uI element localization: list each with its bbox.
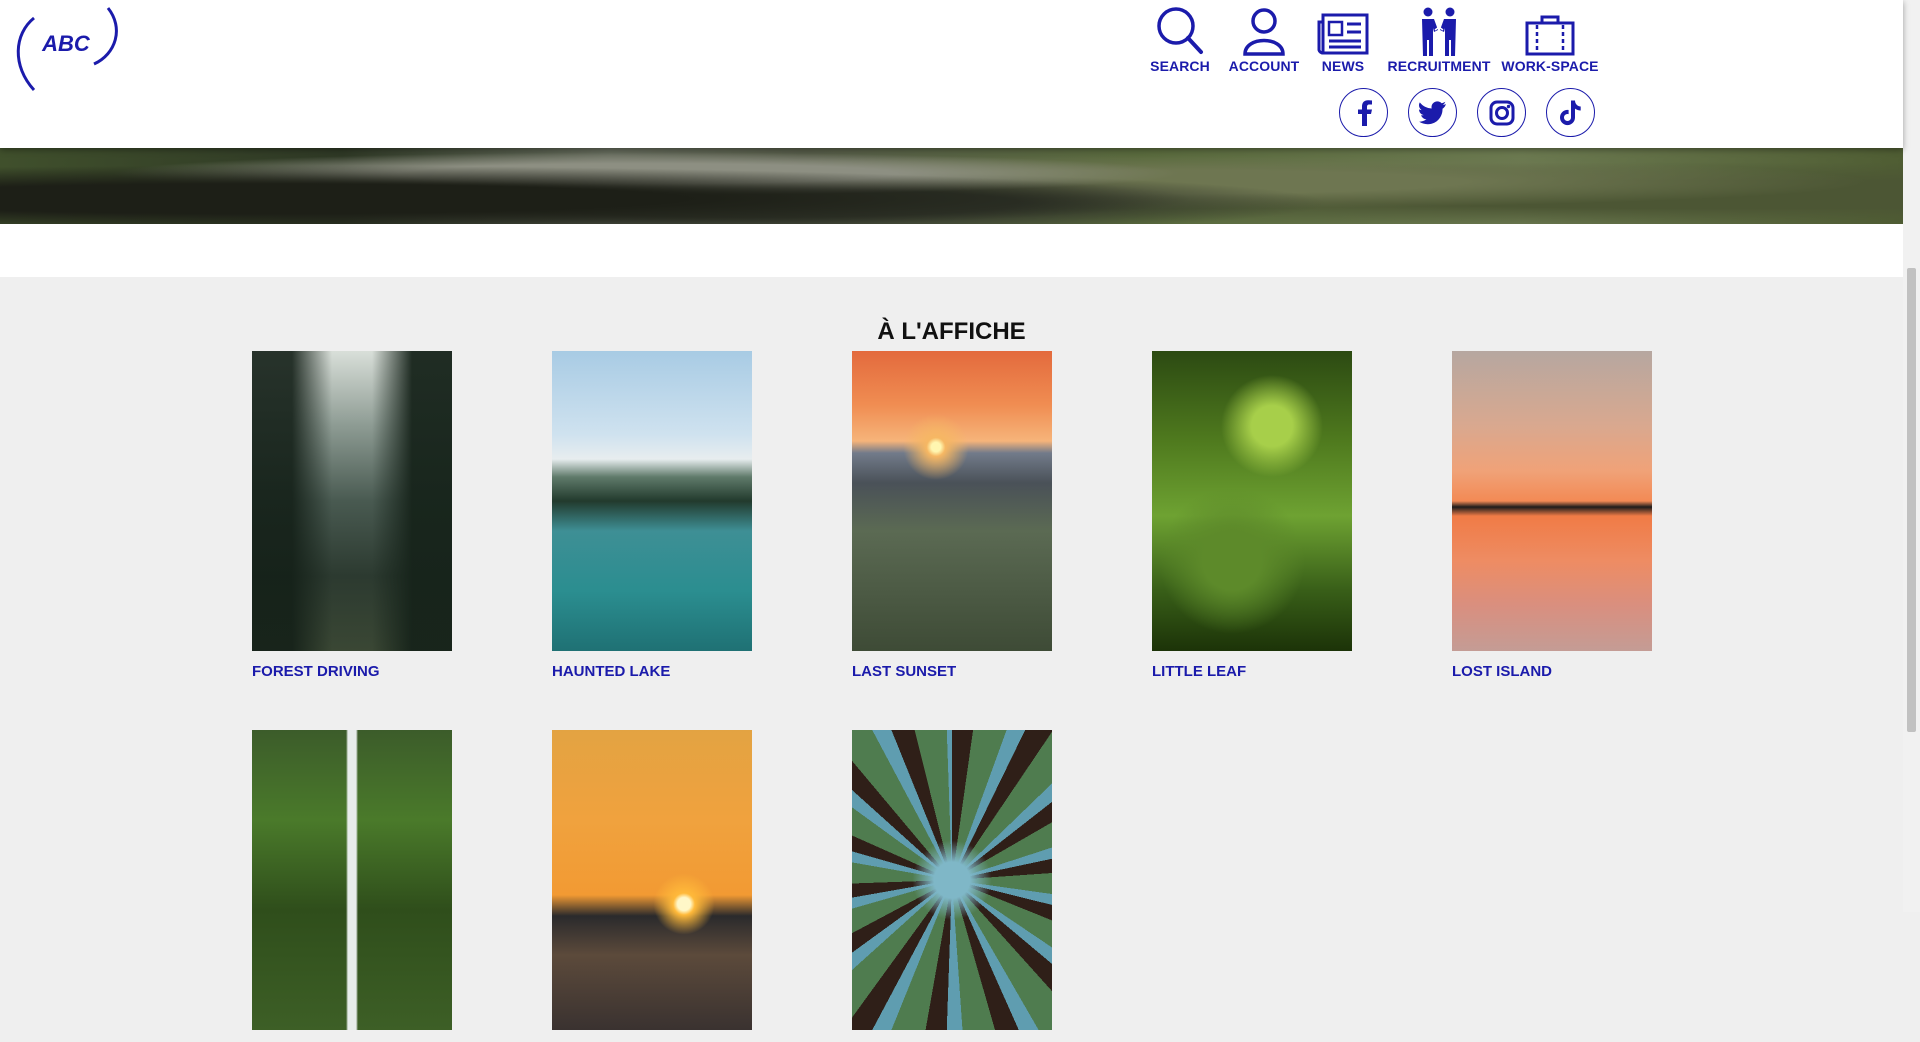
main-nav: SEARCH ACCOUNT NEWS RECRUITMENT WORK-SPA… [1140,6,1600,74]
featured-card[interactable] [852,730,1052,1042]
featured-card-image[interactable] [1152,351,1352,651]
facebook-icon [1357,99,1372,126]
page-scrollbar[interactable] [1903,0,1920,912]
nav-account[interactable]: ACCOUNT [1220,6,1308,74]
featured-card-title[interactable]: LOST ISLAND [1452,663,1652,680]
logo-text: ABC [41,31,91,56]
nav-recruitment-label: RECRUITMENT [1387,58,1491,74]
featured-section-title: À L'AFFICHE [877,317,1026,345]
instagram-link[interactable] [1477,88,1526,137]
featured-card-image[interactable] [252,351,452,651]
featured-card[interactable] [552,730,752,1042]
banner-spacer [0,224,1903,277]
nav-search-label: SEARCH [1150,58,1210,74]
twitter-link[interactable] [1408,88,1457,137]
featured-card-title[interactable]: LAST SUNSET [852,663,1052,680]
nav-news-label: NEWS [1321,58,1365,74]
scrollbar-thumb[interactable] [1907,268,1916,732]
featured-card-title[interactable]: LITTLE LEAF [1152,663,1352,680]
tiktok-icon [1559,100,1581,125]
featured-card[interactable]: LOST ISLAND [1452,351,1652,680]
featured-card[interactable]: HAUNTED LAKE [552,351,752,680]
handshake-icon [1416,6,1462,56]
featured-card[interactable]: FOREST DRIVING [252,351,452,680]
nav-work-space[interactable]: WORK-SPACE [1500,6,1600,74]
account-icon [1240,6,1288,56]
featured-card[interactable]: LAST SUNSET [852,351,1052,680]
featured-card-image[interactable] [1452,351,1652,651]
hero-banner-image [0,140,1903,224]
news-icon [1317,6,1369,56]
nav-news[interactable]: NEWS [1308,6,1378,74]
social-links [1339,88,1595,137]
featured-card-image[interactable] [252,730,452,1030]
search-icon [1153,6,1207,56]
facebook-link[interactable] [1339,88,1388,137]
featured-card-image[interactable] [852,730,1052,1030]
featured-card-image[interactable] [552,351,752,651]
briefcase-icon [1524,6,1576,56]
featured-card-title[interactable]: HAUNTED LAKE [552,663,752,680]
abc-logo[interactable]: ABC [12,4,118,92]
site-header: ABC SEARCH ACCOUNT NEWS RECRUITMENT WORK… [0,0,1903,148]
featured-card[interactable] [252,730,452,1042]
nav-work-space-label: WORK-SPACE [1501,58,1599,74]
nav-recruitment[interactable]: RECRUITMENT [1378,6,1500,74]
featured-card[interactable]: LITTLE LEAF [1152,351,1352,680]
featured-card-image[interactable] [852,351,1052,651]
nav-search[interactable]: SEARCH [1140,6,1220,74]
featured-card-title[interactable]: FOREST DRIVING [252,663,452,680]
nav-account-label: ACCOUNT [1228,58,1300,74]
instagram-icon [1489,100,1514,125]
tiktok-link[interactable] [1546,88,1595,137]
featured-card-image[interactable] [552,730,752,1030]
twitter-icon [1418,100,1446,124]
